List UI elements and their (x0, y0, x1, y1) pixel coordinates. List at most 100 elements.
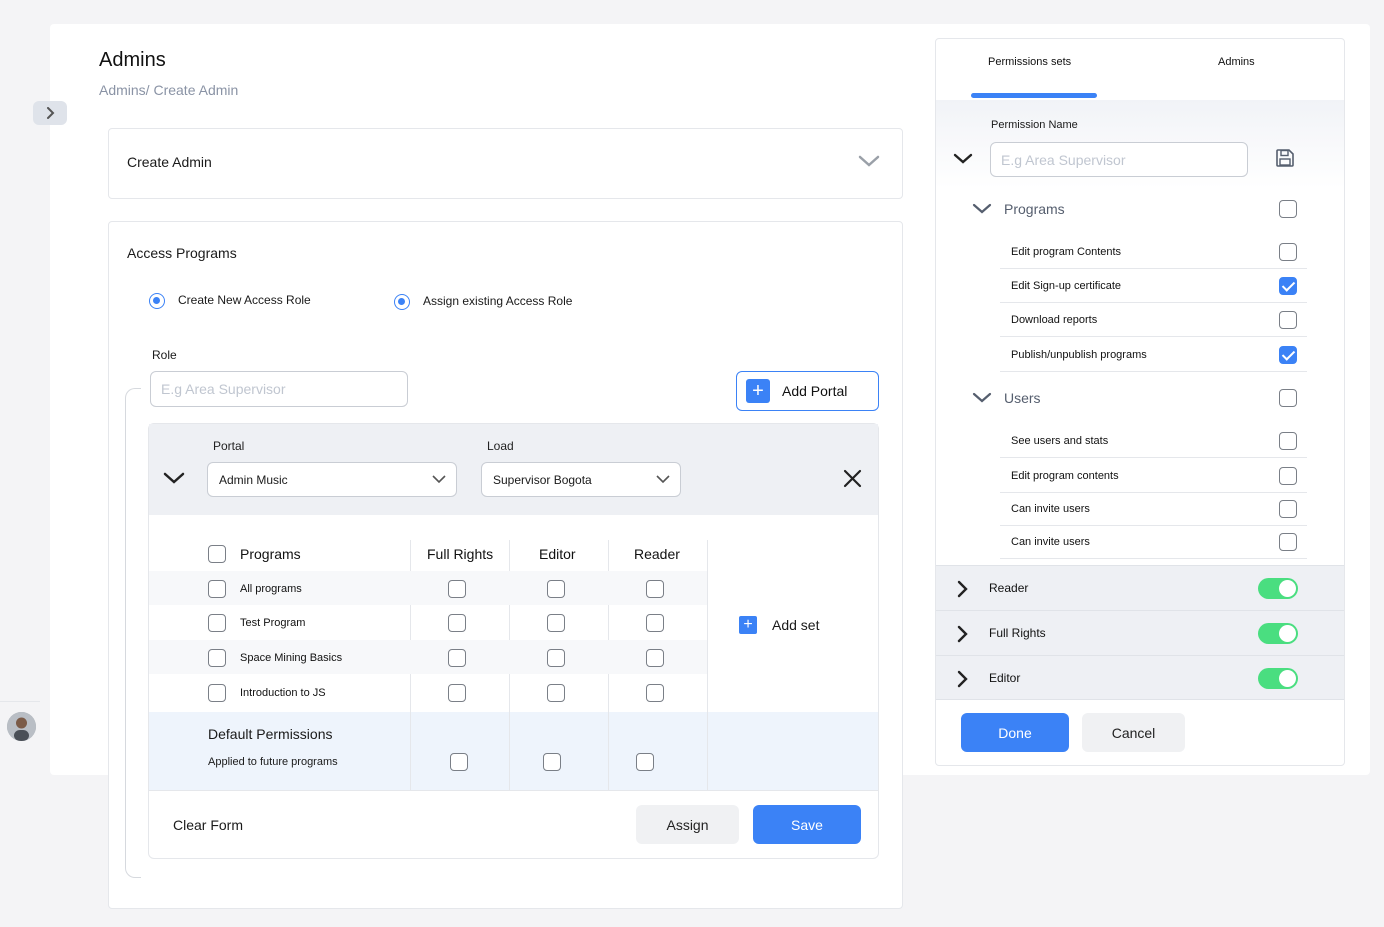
permission-item-label: Publish/unpublish programs (1011, 349, 1147, 361)
tab-admins[interactable]: Admins (1218, 56, 1255, 68)
permission-checkbox[interactable] (1279, 432, 1297, 450)
permission-checkbox[interactable] (1279, 346, 1297, 364)
row-label: Test Program (240, 617, 306, 629)
save-icon[interactable] (1275, 148, 1295, 173)
select-all-programs-checkbox[interactable] (208, 545, 226, 563)
default-full-rights-checkbox[interactable] (450, 753, 468, 771)
tab-permissions-sets[interactable]: Permissions sets (988, 56, 1071, 68)
done-button[interactable]: Done (961, 713, 1069, 752)
permission-checkbox[interactable] (1279, 277, 1297, 295)
chevron-down-icon[interactable] (163, 471, 185, 490)
default-reader-checkbox[interactable] (636, 753, 654, 771)
full-rights-checkbox[interactable] (448, 614, 466, 632)
group-users-checkbox[interactable] (1279, 389, 1297, 407)
permission-name-input[interactable] (990, 142, 1248, 177)
permission-item-label: Can invite users (1011, 503, 1090, 515)
chevron-down-icon[interactable] (972, 202, 992, 220)
permission-item[interactable]: See users and stats (1000, 424, 1307, 458)
permission-item-label: See users and stats (1011, 435, 1109, 447)
chevron-down-icon[interactable] (953, 152, 973, 170)
col-full-rights: Full Rights (427, 546, 494, 562)
role-input[interactable] (150, 371, 408, 407)
reader-checkbox[interactable] (646, 614, 664, 632)
permission-item[interactable]: Can invite users (1000, 525, 1307, 559)
full-rights-checkbox[interactable] (448, 580, 466, 598)
permission-checkbox[interactable] (1279, 500, 1297, 518)
row-checkbox[interactable] (208, 649, 226, 667)
row-label: Space Mining Basics (240, 652, 343, 664)
editor-toggle[interactable] (1258, 668, 1298, 689)
full-rights-checkbox[interactable] (448, 649, 466, 667)
close-icon[interactable] (843, 469, 862, 493)
sidebar-divider (0, 701, 40, 702)
full-rights-checkbox[interactable] (448, 684, 466, 702)
role-row-full-rights[interactable]: Full Rights (936, 610, 1344, 655)
table-divider (608, 712, 609, 790)
chevron-down-icon (656, 475, 670, 484)
reader-checkbox[interactable] (646, 684, 664, 702)
group-programs-checkbox[interactable] (1279, 200, 1297, 218)
chevron-right-icon (957, 670, 968, 688)
reader-checkbox[interactable] (646, 649, 664, 667)
chevron-down-icon[interactable] (972, 391, 992, 409)
reader-checkbox[interactable] (646, 580, 664, 598)
permission-item[interactable]: Edit program contents (1000, 459, 1307, 493)
breadcrumb[interactable]: Admins/ Create Admin (99, 82, 238, 98)
radio-create-new-role[interactable] (149, 293, 165, 309)
sidebar-expand-button[interactable] (33, 101, 67, 125)
role-row-label: Editor (989, 671, 1021, 685)
load-label: Load (487, 439, 514, 453)
role-row-label: Reader (989, 581, 1029, 595)
full-rights-toggle[interactable] (1258, 623, 1298, 644)
role-label: Role (152, 348, 177, 362)
permission-item[interactable]: Edit program Contents (1000, 235, 1307, 269)
col-editor: Editor (539, 546, 576, 562)
add-set-button[interactable]: Add set (772, 617, 819, 633)
avatar[interactable] (7, 712, 36, 741)
chevron-down-icon[interactable] (858, 154, 880, 173)
permission-checkbox[interactable] (1279, 467, 1297, 485)
create-admin-section[interactable] (108, 128, 903, 199)
col-programs: Programs (240, 546, 301, 562)
portal-label: Portal (213, 439, 245, 453)
permission-item[interactable]: Publish/unpublish programs (1000, 338, 1307, 372)
active-tab-indicator (971, 93, 1097, 98)
default-permissions-title: Default Permissions (208, 726, 333, 742)
editor-checkbox[interactable] (547, 649, 565, 667)
add-portal-button[interactable]: + Add Portal (736, 371, 879, 411)
plus-icon[interactable]: + (739, 616, 757, 634)
assign-button[interactable]: Assign (636, 805, 739, 844)
reader-toggle[interactable] (1258, 578, 1298, 599)
editor-checkbox[interactable] (547, 684, 565, 702)
permission-item[interactable]: Can invite users (1000, 492, 1307, 526)
load-select[interactable]: Supervisor Bogota (481, 462, 681, 497)
permission-item-label: Edit program Contents (1011, 246, 1122, 258)
permission-item[interactable]: Download reports (1000, 303, 1307, 337)
clear-form-button[interactable]: Clear Form (173, 817, 243, 833)
radio-assign-existing-role[interactable] (394, 294, 410, 310)
save-button[interactable]: Save (753, 805, 861, 844)
editor-checkbox[interactable] (547, 614, 565, 632)
chevron-down-icon (432, 475, 446, 484)
row-label: Introduction to JS (240, 687, 326, 699)
row-checkbox[interactable] (208, 580, 226, 598)
default-editor-checkbox[interactable] (543, 753, 561, 771)
default-permissions-subtitle: Applied to future programs (208, 756, 338, 768)
permission-checkbox[interactable] (1279, 311, 1297, 329)
divider (149, 790, 878, 791)
editor-checkbox[interactable] (547, 580, 565, 598)
row-checkbox[interactable] (208, 684, 226, 702)
cancel-button[interactable]: Cancel (1082, 713, 1185, 752)
permission-checkbox[interactable] (1279, 243, 1297, 261)
role-row-editor[interactable]: Editor (936, 655, 1344, 700)
permission-item[interactable]: Edit Sign-up certificate (1000, 269, 1307, 303)
radio-create-new-label: Create New Access Role (178, 293, 311, 307)
portal-select[interactable]: Admin Music (207, 462, 457, 497)
table-divider (509, 712, 510, 790)
role-row-reader[interactable]: Reader (936, 565, 1344, 610)
row-checkbox[interactable] (208, 614, 226, 632)
load-select-value: Supervisor Bogota (493, 472, 592, 487)
create-admin-title: Create Admin (127, 154, 212, 170)
permission-checkbox[interactable] (1279, 533, 1297, 551)
table-divider (707, 712, 708, 790)
